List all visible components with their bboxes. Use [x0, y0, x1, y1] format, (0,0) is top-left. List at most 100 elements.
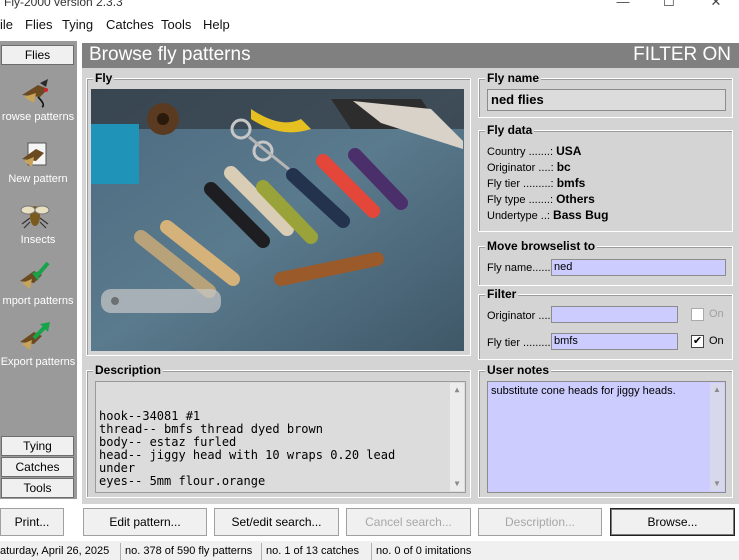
description-button[interactable]: Description...	[478, 508, 602, 536]
status-bar: aturday, April 26, 2025 no. 378 of 590 f…	[0, 541, 739, 560]
filter-flytier-label: Fly tier ..........:	[487, 337, 557, 349]
filter-status: FILTER ON	[633, 44, 731, 65]
sidebar-tab-tying[interactable]: Tying	[1, 436, 74, 456]
sidebar-tab-catches[interactable]: Catches	[1, 457, 74, 477]
move-flyname-label: Fly name......:	[487, 262, 554, 274]
filter-group: Filter Originator ....: On Fly tier ....…	[478, 287, 733, 360]
fly-data-value: Bass Bug	[553, 208, 609, 222]
menu-catches[interactable]: Catches	[106, 17, 154, 32]
minimize-button[interactable]: —	[600, 0, 646, 12]
fly-name-group: Fly name ned flies	[478, 71, 733, 118]
menu-flies[interactable]: Flies	[25, 17, 52, 32]
sidebar-item-label: Export patterns	[0, 356, 76, 368]
status-date: aturday, April 26, 2025	[0, 545, 110, 557]
status-imitations: no. 0 of 0 imitations	[371, 543, 471, 560]
menu-bar: ile Flies Tying Catches Tools Help	[0, 14, 739, 36]
fly-data-label: Fly type .......:	[487, 194, 554, 206]
fly-data-group: Fly data Country .......: USA Originator…	[478, 123, 733, 232]
description-text[interactable]: hook--34081 #1 thread-- bmfs thread dyed…	[95, 381, 466, 493]
fly-data-legend: Fly data	[485, 123, 535, 137]
fly-name-legend: Fly name	[485, 71, 542, 85]
edit-pattern-button[interactable]: Edit pattern...	[83, 508, 207, 536]
filter-flytier-on-label: On	[709, 335, 724, 347]
print-button[interactable]: Print...	[0, 508, 64, 536]
page-title: Browse fly patterns	[89, 44, 251, 65]
sidebar-item-label: Insects	[20, 234, 56, 246]
title-bar: Fly-2000 version 2.3.3 — ☐ ✕	[0, 0, 739, 14]
fly-group: Fly	[86, 71, 471, 356]
filter-originator-checkbox[interactable]	[691, 308, 704, 321]
sidebar-item-export-patterns[interactable]: Export patterns	[0, 320, 77, 380]
maximize-button[interactable]: ☐	[646, 0, 692, 12]
fly-data-value: Others	[556, 192, 595, 206]
fly-data-label: Originator ....:	[487, 162, 554, 174]
filter-originator-label: Originator ....:	[487, 310, 554, 322]
sidebar-item-label: New pattern	[8, 173, 68, 185]
filter-originator-input[interactable]	[551, 306, 678, 323]
filter-flytier-input[interactable]: bmfs	[551, 333, 678, 350]
main-panel: Fly Description hook--34081 #1 thread-- …	[82, 68, 739, 504]
scroll-down-icon[interactable]: ▼	[450, 477, 464, 491]
sidebar-tab-flies[interactable]: Flies	[1, 45, 74, 65]
user-notes-content: substitute cone heads for jiggy heads.	[491, 385, 676, 397]
menu-help[interactable]: Help	[203, 17, 230, 32]
close-button[interactable]: ✕	[693, 0, 739, 12]
description-scrollbar[interactable]: ▲ ▼	[450, 383, 464, 491]
status-patterns: no. 378 of 590 fly patterns	[120, 543, 252, 560]
fly-data-row-country: Country .......: USA	[487, 144, 581, 158]
fly-data-label: Fly tier .........:	[487, 178, 554, 190]
export-fly-icon	[20, 322, 50, 350]
sidebar-item-label: mport patterns	[2, 295, 74, 307]
fly-icon	[22, 79, 48, 108]
set-edit-search-button[interactable]: Set/edit search...	[214, 508, 339, 536]
sidebar-tab-tools[interactable]: Tools	[1, 478, 74, 498]
sidebar-item-insects[interactable]: Insects	[0, 198, 77, 258]
description-content: hook--34081 #1 thread-- bmfs thread dyed…	[99, 409, 396, 488]
move-browselist-group: Move browselist to Fly name......: ned	[478, 239, 733, 286]
menu-tying[interactable]: Tying	[62, 17, 93, 32]
fly-data-value: USA	[556, 144, 582, 158]
fly-data-label: Country .......:	[487, 146, 554, 158]
new-pattern-icon	[22, 142, 47, 167]
fly-data-value: bc	[556, 160, 571, 174]
check-icon: ✔	[692, 335, 703, 347]
fly-photo	[91, 89, 464, 351]
scroll-down-icon[interactable]: ▼	[710, 477, 724, 491]
sidebar-item-browse-patterns[interactable]: rowse patterns	[0, 75, 77, 135]
move-flyname-input[interactable]: ned	[551, 259, 726, 276]
user-notes-legend: User notes	[485, 363, 552, 377]
sidebar-item-label: rowse patterns	[1, 111, 75, 123]
description-group: Description hook--34081 #1 thread-- bmfs…	[86, 363, 471, 498]
status-catches: no. 1 of 13 catches	[261, 543, 359, 560]
user-notes-scrollbar[interactable]: ▲ ▼	[710, 383, 724, 491]
menu-file[interactable]: ile	[0, 17, 13, 32]
browse-button[interactable]: Browse...	[610, 508, 735, 536]
user-notes-text[interactable]: substitute cone heads for jiggy heads. ▲…	[487, 381, 726, 493]
filter-legend: Filter	[485, 287, 519, 301]
window-title: Fly-2000 version 2.3.3	[4, 0, 123, 9]
import-fly-icon	[20, 261, 50, 289]
user-notes-group: User notes substitute cone heads for jig…	[478, 363, 733, 498]
move-browselist-legend: Move browselist to	[485, 239, 598, 253]
scroll-up-icon[interactable]: ▲	[710, 383, 724, 397]
filter-originator-on-label: On	[709, 308, 724, 320]
fly-photo-image	[91, 89, 464, 351]
insect-icon	[20, 205, 50, 229]
description-legend: Description	[93, 363, 164, 377]
fly-data-row-originator: Originator ....: bc	[487, 160, 571, 174]
sidebar-item-import-patterns[interactable]: mport patterns	[0, 259, 77, 319]
fly-group-legend: Fly	[93, 71, 115, 85]
sidebar: Flies rowse patterns New pattern Insects	[0, 41, 77, 499]
menu-tools[interactable]: Tools	[161, 17, 191, 32]
filter-flytier-checkbox[interactable]: ✔	[691, 335, 704, 348]
fly-data-value: bmfs	[556, 176, 586, 190]
fly-data-row-fly-type: Fly type .......: Others	[487, 192, 595, 206]
scroll-up-icon[interactable]: ▲	[450, 383, 464, 397]
fly-name-field: ned flies	[487, 89, 726, 111]
fly-data-row-fly-tier: Fly tier .........: bmfs	[487, 176, 585, 190]
page-header: Browse fly patterns FILTER ON	[82, 43, 739, 68]
fly-data-row-undertype: Undertype ..: Bass Bug	[487, 208, 608, 222]
fly-data-label: Undertype ..:	[487, 210, 550, 222]
cancel-search-button[interactable]: Cancel search...	[346, 508, 471, 536]
sidebar-item-new-pattern[interactable]: New pattern	[0, 137, 77, 197]
